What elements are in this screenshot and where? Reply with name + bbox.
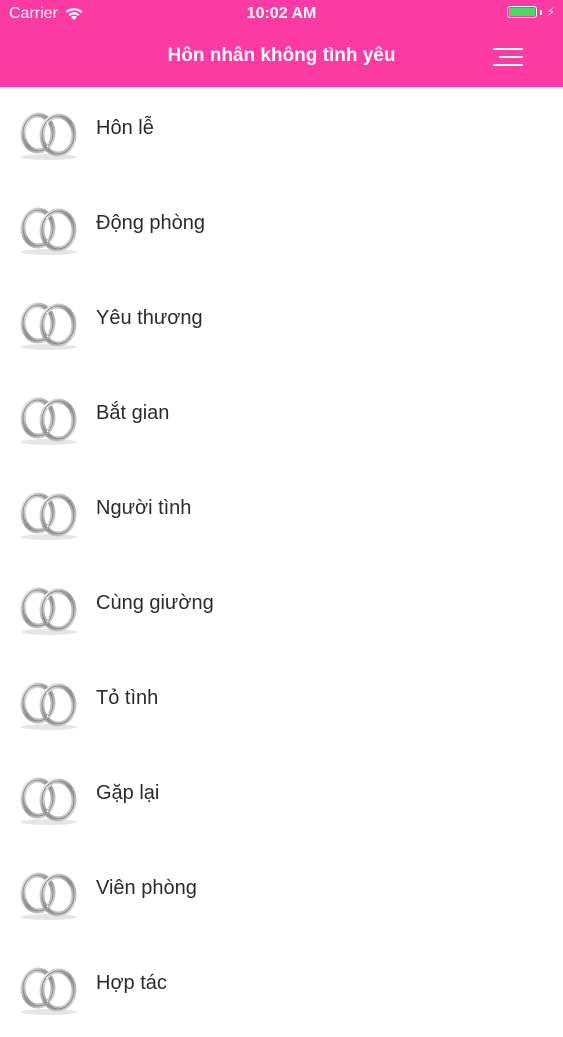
- list-item-label: Người tình: [96, 497, 192, 519]
- list-item-label: Bắt gian: [96, 402, 170, 424]
- list-item[interactable]: Động phòng: [0, 182, 563, 277]
- list-item-label: Yêu thương: [96, 307, 203, 329]
- list-item[interactable]: Người tình: [0, 467, 563, 562]
- list-item-label: Hợp tác: [96, 972, 167, 994]
- wedding-rings-icon: [18, 111, 80, 161]
- page-title: Hôn nhân không tình yêu: [167, 45, 396, 66]
- wedding-rings-icon: [18, 871, 80, 921]
- hamburger-menu-icon: [493, 48, 523, 50]
- wedding-rings-icon: [18, 966, 80, 1016]
- wedding-rings-icon: [18, 586, 80, 636]
- list-item-label: Gặp lại: [96, 782, 160, 804]
- chapter-list: Hôn lễ Động phòng Yêu thương Bắt gian Ng…: [0, 87, 563, 1037]
- status-bar: Carrier 10:02 AM ⚡: [0, 0, 563, 30]
- list-item-label: Động phòng: [96, 212, 205, 234]
- status-time: 10:02 AM: [246, 5, 317, 22]
- battery-icon: [506, 6, 537, 18]
- battery-cap: [539, 9, 542, 15]
- list-item-label: Cùng giường: [96, 592, 214, 614]
- list-item[interactable]: Yêu thương: [0, 277, 563, 372]
- wedding-rings-icon: [18, 396, 80, 446]
- app-header: Carrier 10:02 AM ⚡ Hôn nhân không tình y…: [0, 0, 563, 87]
- hamburger-menu-button[interactable]: [493, 46, 523, 68]
- list-item-label: Viên phòng: [96, 877, 197, 899]
- list-item[interactable]: Gặp lại: [0, 752, 563, 847]
- wedding-rings-icon: [18, 491, 80, 541]
- list-item[interactable]: Hợp tác: [0, 942, 563, 1037]
- list-item[interactable]: Tỏ tình: [0, 657, 563, 752]
- list-item[interactable]: Bắt gian: [0, 372, 563, 467]
- wedding-rings-icon: [18, 301, 80, 351]
- battery-level: [508, 8, 535, 16]
- wedding-rings-icon: [18, 776, 80, 826]
- list-item[interactable]: Cùng giường: [0, 562, 563, 657]
- list-item-label: Tỏ tình: [96, 687, 159, 709]
- charging-bolt-icon: ⚡: [546, 5, 555, 19]
- wedding-rings-icon: [18, 681, 80, 731]
- battery-indicator: ⚡: [506, 5, 555, 19]
- list-item-label: Hôn lễ: [96, 117, 154, 139]
- wedding-rings-icon: [18, 206, 80, 256]
- list-item[interactable]: Viên phòng: [0, 847, 563, 942]
- list-item[interactable]: Hôn lễ: [0, 87, 563, 182]
